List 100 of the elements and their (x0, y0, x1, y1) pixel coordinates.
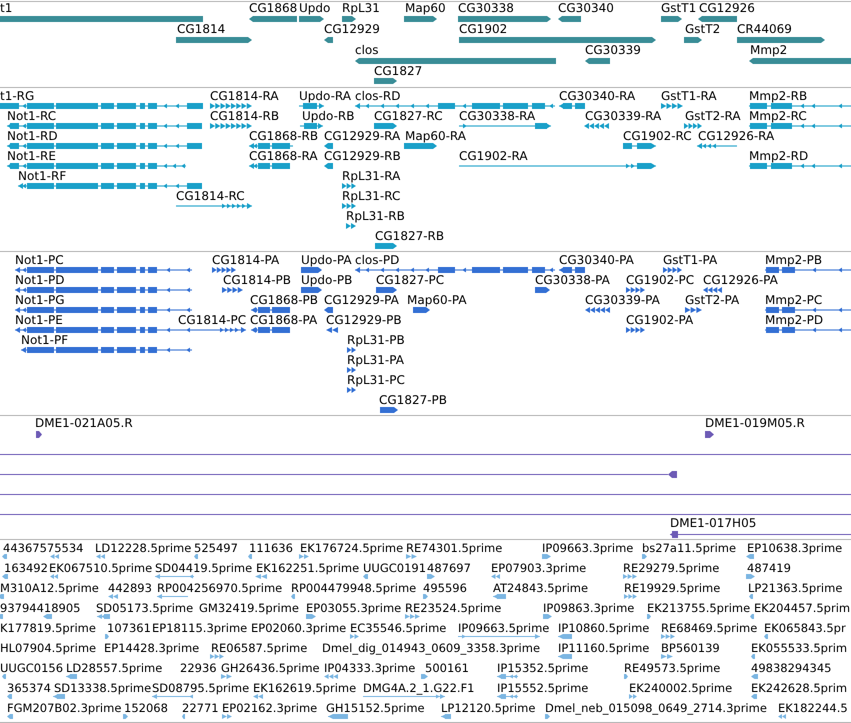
gene-label: CG1868 (249, 2, 298, 16)
est-label: IP09863.3prime (543, 602, 634, 614)
transcript-label: CG12929-RA (324, 130, 400, 143)
transcript-label: Updo-RB (302, 110, 354, 123)
protein-label: CG12926-PA (703, 274, 778, 287)
protein-label: Mmp2-PB (765, 254, 822, 267)
transcript-label: Not1-RF (18, 170, 66, 183)
transcript-label: RpL31-RA (342, 170, 400, 183)
est-label: 487697 (427, 562, 471, 574)
protein-label: CG1827-PB (379, 394, 448, 407)
protein-label: Mmp2-PD (765, 314, 824, 327)
transcript-label: CG1827-RB (375, 230, 444, 243)
transcript-label: CG1814-RB (210, 110, 280, 123)
est-label: 22936 (180, 662, 217, 674)
gene-label: CG12926 (699, 2, 755, 16)
gene-label: CG12929 (324, 23, 380, 36)
protein-label: CG1868-PA (250, 314, 318, 327)
transcript-label: CG30338-RA (459, 110, 536, 123)
est-label: EP02162.3prime (222, 702, 318, 714)
clone-label: DME1-021A05.R (35, 416, 133, 430)
gene-label: CG30339 (585, 44, 641, 57)
gene-label: RpL31 (342, 2, 380, 16)
transcript-label: GstT2-RA (685, 110, 741, 123)
est-label: AT24843.5prime (493, 582, 588, 594)
transcript-label: Mmp2-RB (749, 90, 808, 103)
protein-label: CG1902-PA (626, 314, 694, 327)
est-label: 487419 (747, 562, 791, 574)
est-label: EK162619.5prime (253, 682, 356, 694)
est-label: SD13338.5prime (54, 682, 152, 694)
est-label: EP07903.3prime (491, 562, 586, 574)
est-label: EP03055.3prime (306, 602, 402, 614)
est-label: IP11160.5prime (558, 642, 650, 654)
transcript-label: RpL31-RB (346, 210, 405, 223)
est-label: GH15152.5prime (326, 702, 425, 714)
est-label: LP12120.5prime (441, 702, 536, 714)
gene-label: Map60 (405, 2, 446, 16)
transcript-label: CG30339-RA (585, 110, 662, 123)
transcript-label: CG1814-RC (176, 190, 245, 203)
protein-label: Not1-PC (15, 254, 64, 267)
est-label: DMG4A.2_1.G22.F1 (363, 682, 474, 694)
gene-label: CG1827 (374, 64, 422, 78)
protein-label: RpL31-PB (347, 334, 405, 347)
protein-label: CG12929-PA (324, 294, 399, 307)
protein-label: CG30339-PA (585, 294, 660, 307)
transcript-label: clos-RD (355, 90, 400, 103)
protein-label: Map60-PA (407, 294, 467, 307)
est-label: EK176724.5prime (300, 542, 404, 554)
protein-label: CG30338-PA (535, 274, 610, 287)
gene-label: CG30338 (458, 2, 514, 16)
est-label: GM32419.5prime (199, 602, 299, 614)
est-label: EK213755.5prime (647, 602, 750, 614)
gene-label: clos (355, 44, 379, 57)
transcript-label: CG1902-RA (459, 150, 528, 163)
est-label: 93794418905 (0, 602, 80, 614)
est-label: LD28557.5prime (66, 662, 162, 674)
est-label: EP02060.3prime (251, 622, 346, 634)
transcript-label: Not1-RC (7, 110, 56, 123)
est-label: 22771 (182, 702, 219, 714)
est-label: SD08795.5prime (152, 682, 250, 694)
est-label: Dmel_dig_014943_0609_3358.3prime (322, 642, 540, 654)
est-label: EK242628.5prim (751, 682, 848, 694)
est-label: 111636 (249, 542, 293, 554)
transcript-label: CG12929-RB (324, 150, 401, 163)
est-label: IP09663.3prime (542, 542, 634, 554)
protein-label: Not1-PD (15, 274, 64, 287)
est-label: IP10860.5prime (558, 622, 650, 634)
clone-label: DME1-017H05 (670, 516, 756, 530)
est-label: LD12228.5prime (95, 542, 192, 554)
est-label: 107361 (107, 622, 151, 634)
transcript-label: Mmp2-RD (749, 150, 808, 163)
est-label: RP004479948.5prime (291, 582, 416, 594)
est-label: K177819.5prime (0, 622, 96, 634)
est-label: EK067510.5prime (49, 562, 152, 574)
est-label: FGM207B02.3prime (7, 702, 122, 714)
est-label: IP15352.5prime (497, 662, 588, 674)
gene-label: CG1814 (177, 23, 226, 36)
est-label: RE06587.5prime (211, 642, 308, 654)
est-label: SD04419.5prime (155, 562, 252, 574)
clone-label: DME1-019M05.R (705, 416, 805, 430)
est-label: 44367575534 (3, 542, 84, 554)
transcript-label: Map60-RA (405, 130, 466, 143)
est-label: RP004256970.5prime (157, 582, 282, 594)
est-label: 365374 (7, 682, 51, 694)
est-label: RE29279.5prime (623, 562, 720, 574)
transcript-label: CG12926-RA (698, 130, 774, 143)
protein-label: CG1814-PC (178, 314, 246, 327)
est-label: RE23524.5prime (405, 602, 502, 614)
gene-label: GstT1 (661, 2, 696, 16)
protein-label: GstT2-PA (685, 294, 740, 307)
est-label: EC35546.5prime (350, 622, 446, 634)
est-label: 525497 (194, 542, 238, 554)
transcript-label: CG1868-RB (249, 130, 318, 143)
protein-label: CG12929-PB (326, 314, 402, 327)
gene-label: CG1902 (459, 23, 508, 36)
est-label: LP21363.5prime (748, 582, 842, 594)
est-label: RE19929.5prime (624, 582, 720, 594)
protein-label: CG1868-PB (250, 294, 318, 307)
est-label: EK055533.5prim (751, 642, 848, 654)
est-label: 49838294345 (751, 662, 832, 674)
est-label: EK240002.5prime (629, 682, 732, 694)
